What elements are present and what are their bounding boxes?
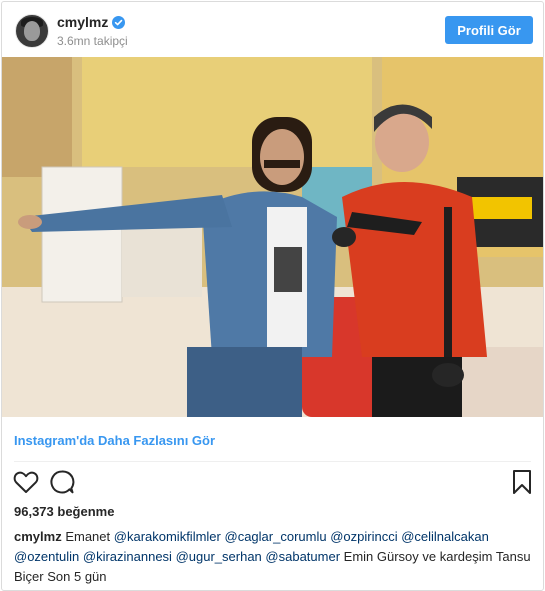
username[interactable]: cmylmz (57, 14, 108, 30)
comment-icon[interactable] (48, 468, 76, 496)
avatar-face (24, 21, 40, 41)
caption-username[interactable]: cmylmz (14, 529, 62, 544)
caption-mention[interactable]: @sabatumer (265, 549, 340, 564)
caption-mention[interactable]: @ozentulin (14, 549, 79, 564)
caption-text: Emanet (65, 529, 111, 544)
view-profile-button[interactable]: Profili Gör (445, 16, 533, 44)
caption-mention[interactable]: @celilnalcakan (401, 529, 489, 544)
bookmark-icon[interactable] (508, 468, 536, 496)
instagram-embed-card: cmylmz 3.6mn takipçi Profili Gör Instagr… (1, 1, 544, 591)
view-more-on-instagram-link[interactable]: Instagram'da Daha Fazlasını Gör (14, 433, 215, 448)
divider (14, 461, 531, 462)
caption-mention[interactable]: @caglar_corumlu (225, 529, 327, 544)
caption-mention[interactable]: @karakomikfilmler (114, 529, 221, 544)
verified-badge-icon (112, 15, 126, 29)
avatar[interactable] (15, 14, 49, 48)
post-photo-illustration (2, 57, 543, 417)
like-count[interactable]: 96,373 beğenme (14, 504, 114, 519)
caption-mention[interactable]: @kirazinannesi (83, 549, 172, 564)
caption-mention[interactable]: @ugur_serhan (176, 549, 262, 564)
follower-count: 3.6mn takipçi (57, 34, 128, 48)
action-bar (2, 468, 543, 498)
post-image[interactable] (2, 57, 543, 417)
heart-icon[interactable] (12, 468, 40, 496)
username-row: cmylmz (57, 14, 126, 30)
post-caption: cmylmz Emanet @karakomikfilmler @caglar_… (14, 527, 534, 587)
post-header: cmylmz 3.6mn takipçi Profili Gör (2, 2, 543, 57)
caption-mention[interactable]: @ozpirincci (330, 529, 397, 544)
